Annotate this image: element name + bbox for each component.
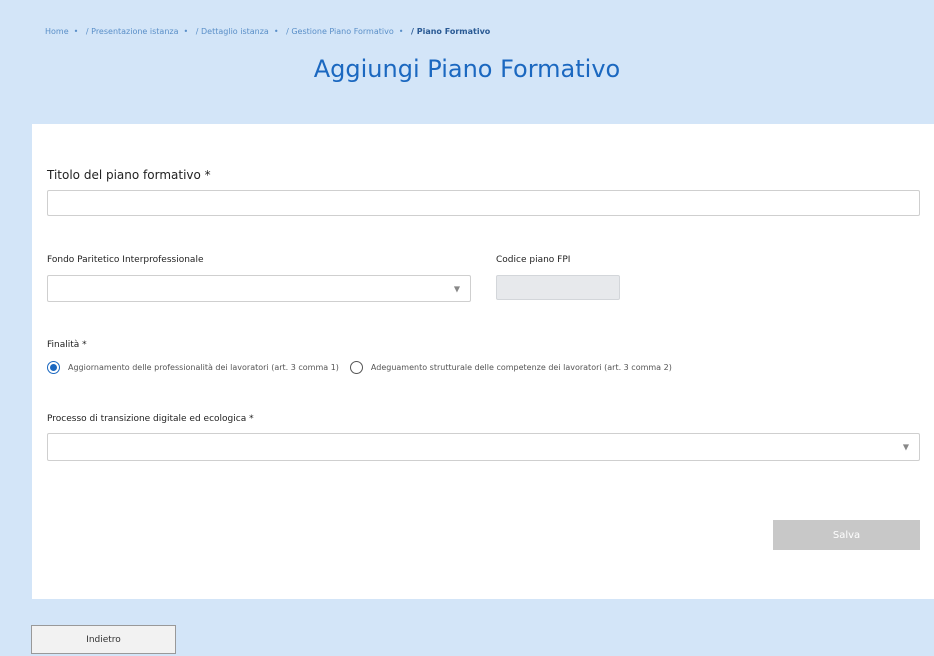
finalita-option-1-label[interactable]: Aggiornamento delle professionalità dei …: [68, 363, 339, 372]
processo-select[interactable]: ▼: [47, 433, 920, 461]
page-header: Home • / Presentazione istanza • / Dettagl…: [0, 0, 934, 120]
breadcrumb: Home • / Presentazione istanza • / Dettagl…: [45, 27, 490, 36]
breadcrumb-dettaglio-istanza[interactable]: / Dettaglio istanza: [196, 27, 269, 36]
codice-label: Codice piano FPI: [496, 255, 571, 265]
finalita-option-2-label[interactable]: Adeguamento strutturale delle competenze…: [371, 363, 672, 372]
titolo-label: Titolo del piano formativo *: [47, 168, 211, 182]
codice-input: [496, 275, 620, 300]
chevron-down-icon: ▼: [902, 442, 909, 452]
breadcrumb-presentazione-istanza[interactable]: / Presentazione istanza: [86, 27, 179, 36]
breadcrumb-current-piano-formativo: / Piano Formativo: [411, 27, 491, 36]
finalita-label: Finalità *: [47, 340, 87, 350]
fondo-select[interactable]: ▼: [47, 275, 471, 302]
breadcrumb-separator: •: [398, 27, 404, 36]
breadcrumb-separator: •: [183, 27, 189, 36]
fondo-label: Fondo Paritetico Interprofessionale: [47, 255, 204, 265]
breadcrumb-gestione-piano-formativo[interactable]: / Gestione Piano Formativo: [286, 27, 394, 36]
breadcrumb-separator: •: [273, 27, 279, 36]
save-button[interactable]: Salva: [773, 520, 920, 550]
radio-checked-dot: [50, 364, 57, 371]
finalita-radio-option-2[interactable]: [349, 361, 363, 374]
page-title: Aggiungi Piano Formativo: [313, 55, 621, 83]
finalita-radio-group: Aggiornamento delle professionalità dei …: [47, 361, 683, 374]
back-button[interactable]: Indietro: [31, 625, 176, 654]
breadcrumb-home[interactable]: Home: [45, 27, 69, 36]
titolo-input[interactable]: [47, 190, 920, 216]
chevron-down-icon: ▼: [453, 284, 460, 293]
breadcrumb-separator: •: [73, 27, 79, 36]
form-card: Titolo del piano formativo * Fondo Parit…: [32, 124, 934, 599]
processo-label: Processo di transizione digitale ed ecol…: [47, 414, 254, 424]
finalita-radio-option-1[interactable]: [47, 361, 60, 374]
